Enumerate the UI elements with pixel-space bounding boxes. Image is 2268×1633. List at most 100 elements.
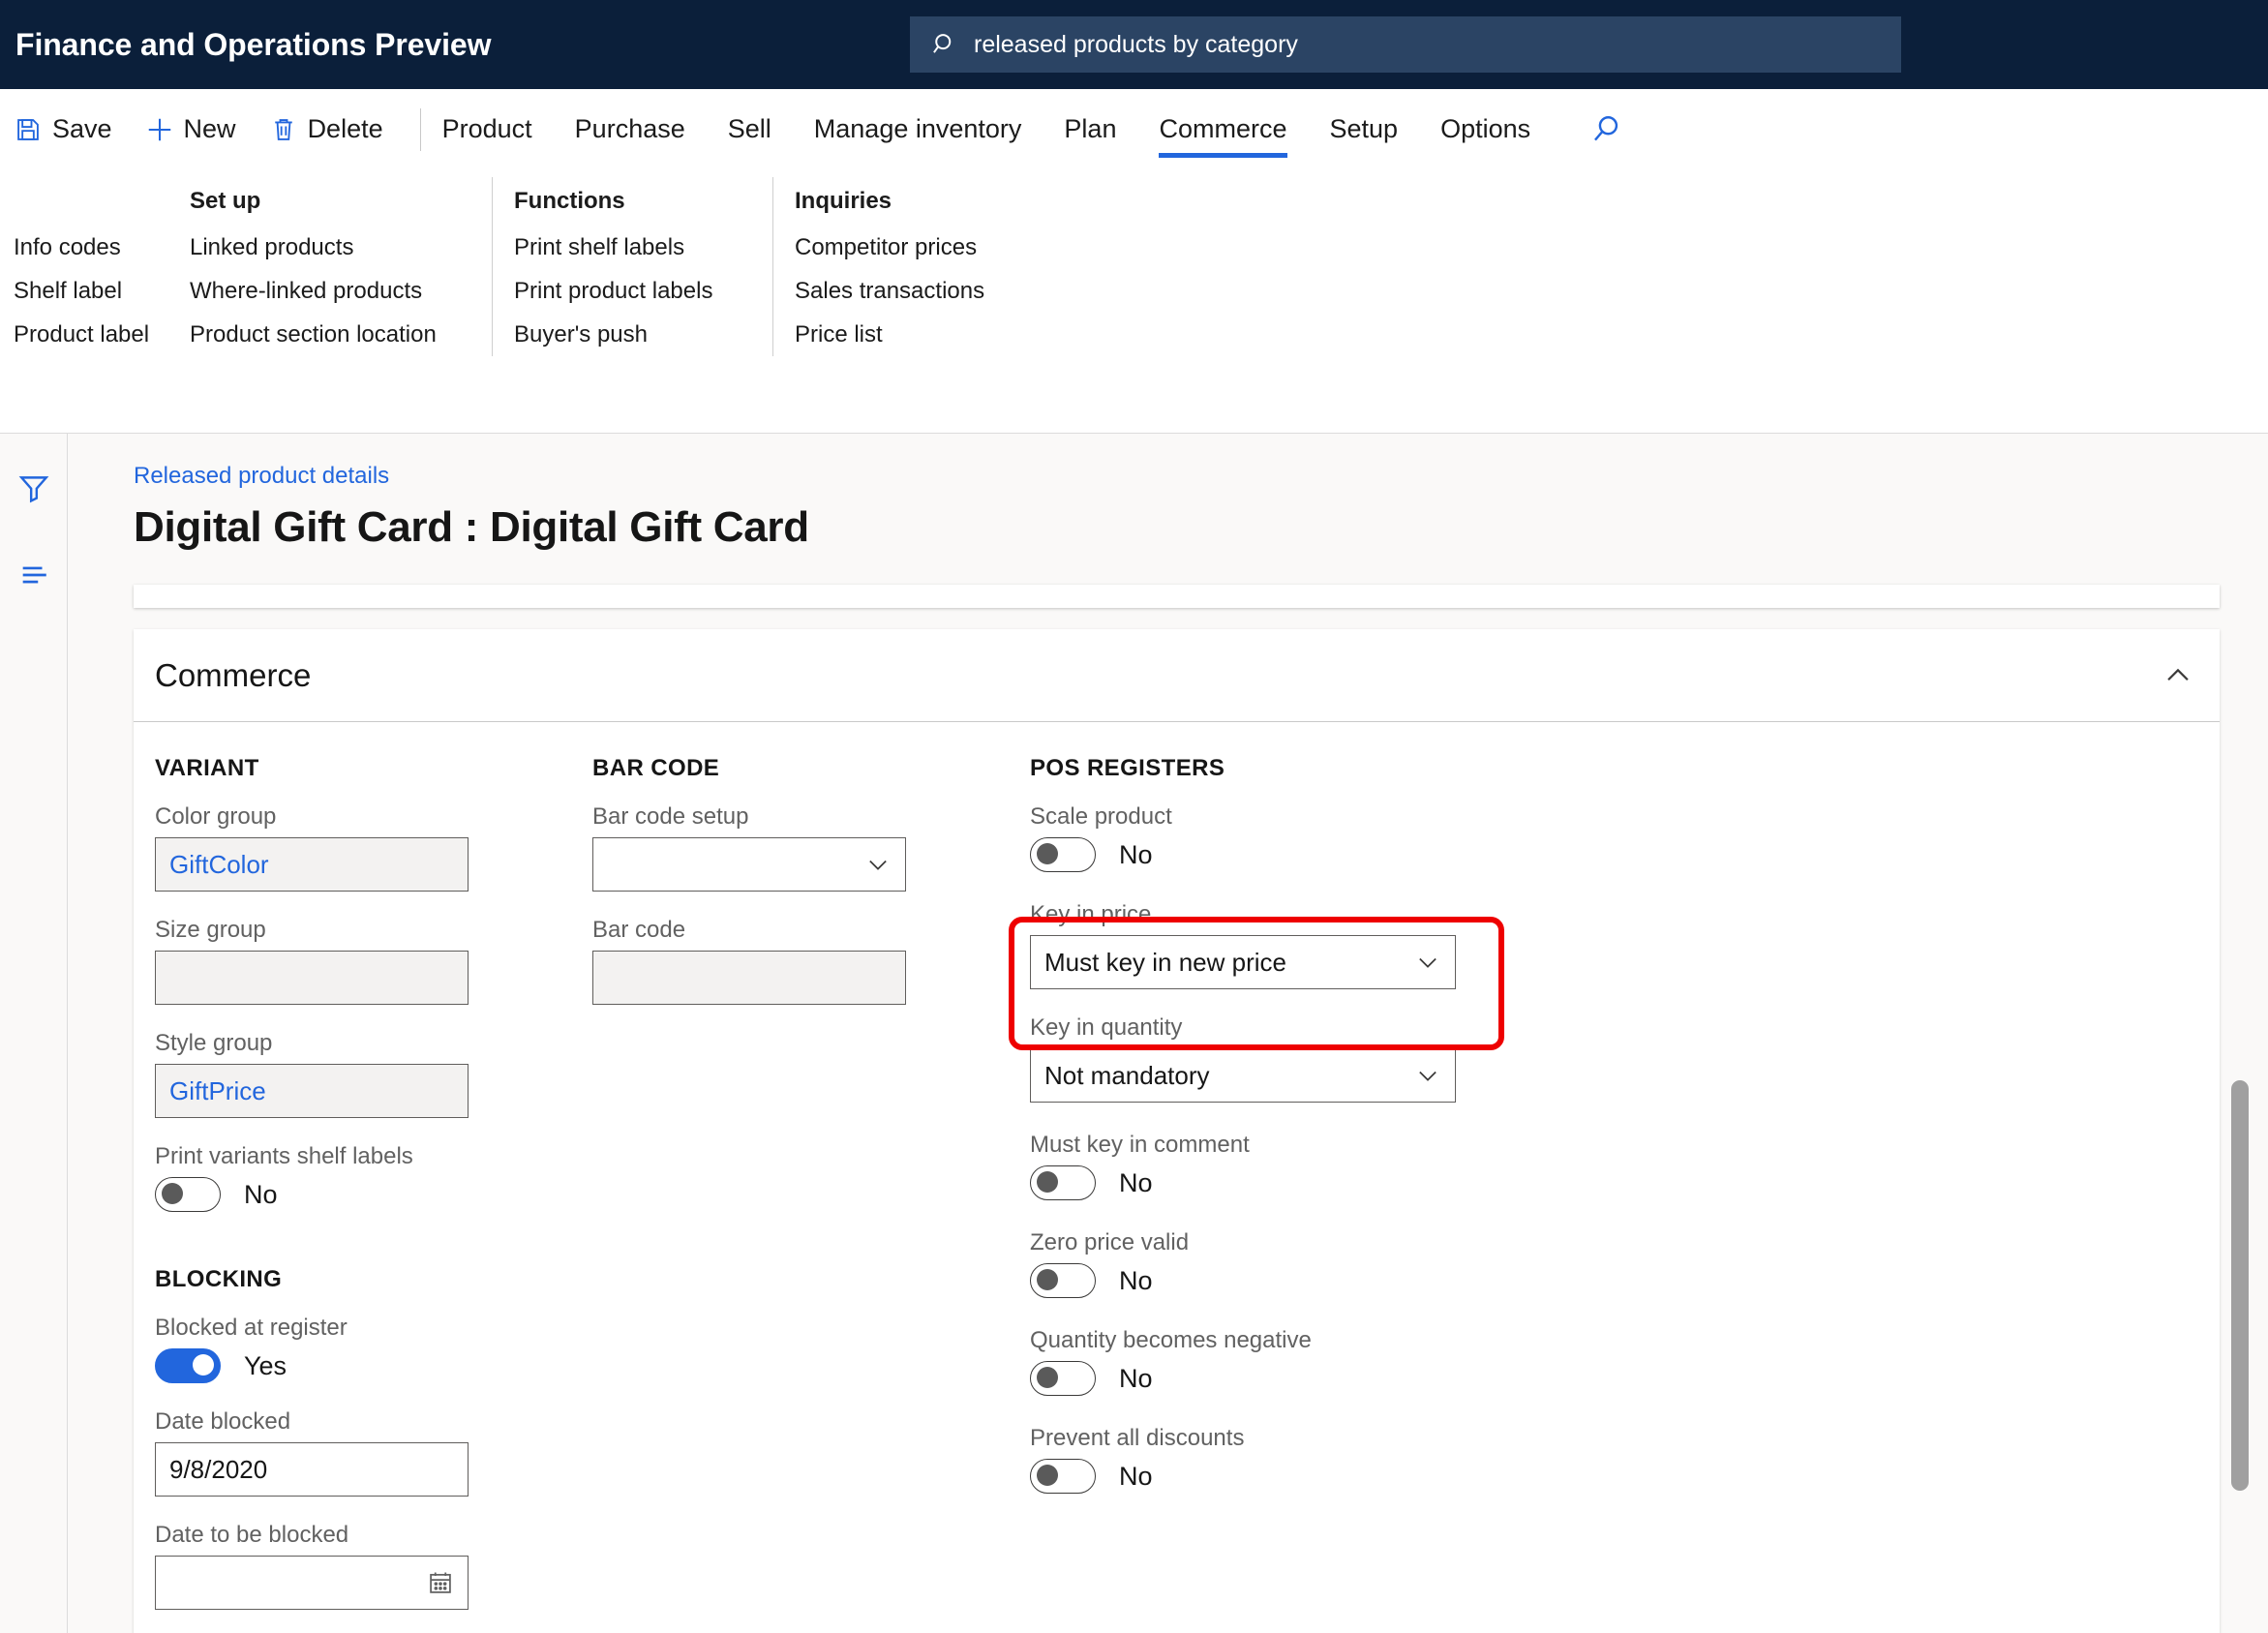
- bar-code-input[interactable]: [592, 951, 906, 1005]
- blocked-at-register-field: Blocked at register Yes: [155, 1315, 592, 1383]
- zero-price-valid-label: Zero price valid: [1030, 1229, 1190, 1255]
- print-variants-shelf-labels-field: Print variants shelf labels No: [155, 1143, 592, 1212]
- delete-button[interactable]: Delete: [269, 89, 383, 169]
- ribbon-group-heading-functions: Functions: [514, 188, 625, 214]
- ribbon-panel: Info codes Shelf label Product label Set…: [0, 169, 2268, 374]
- new-button[interactable]: New: [145, 89, 236, 169]
- commerce-panel-header[interactable]: Commerce: [134, 629, 2220, 722]
- date-blocked-field: Date blocked 9/8/2020: [155, 1408, 592, 1497]
- key-in-quantity-dropdown[interactable]: Not mandatory: [1030, 1048, 1456, 1103]
- ribbon-divider: [492, 177, 493, 356]
- print-variants-shelf-labels-value: No: [244, 1179, 278, 1209]
- chevron-down-icon: [1414, 949, 1441, 976]
- command-bar: Save New Delete Product Purchase Sell Ma…: [0, 89, 2268, 169]
- tab-sell[interactable]: Sell: [728, 89, 771, 169]
- zero-price-valid-toggle[interactable]: [1030, 1263, 1096, 1298]
- ribbon-item-linked-products[interactable]: Linked products: [190, 226, 470, 269]
- quantity-becomes-negative-value: No: [1119, 1363, 1153, 1393]
- scale-product-toggle[interactable]: [1030, 837, 1096, 872]
- chevron-up-icon[interactable]: [2162, 659, 2194, 692]
- list-lines-icon[interactable]: [15, 556, 53, 594]
- blocked-at-register-toggle[interactable]: [155, 1348, 221, 1383]
- ribbon-group-functions: Functions Print shelf labels Print produ…: [514, 177, 751, 356]
- prevent-all-discounts-label: Prevent all discounts: [1030, 1425, 1245, 1451]
- prevent-all-discounts-toggle[interactable]: [1030, 1459, 1096, 1494]
- save-label: Save: [52, 114, 112, 143]
- tab-purchase[interactable]: Purchase: [575, 89, 685, 169]
- calendar-icon[interactable]: [427, 1569, 454, 1596]
- ribbon-divider-2: [772, 177, 773, 356]
- scale-product-value: No: [1119, 839, 1153, 869]
- tab-plan[interactable]: Plan: [1064, 89, 1116, 169]
- color-group-input[interactable]: GiftColor: [155, 837, 469, 892]
- ribbon-item-sales-transactions[interactable]: Sales transactions: [795, 269, 1066, 313]
- ribbon-item-competitor-prices[interactable]: Competitor prices: [795, 226, 1066, 269]
- ribbon-item-product-label[interactable]: Product label: [14, 313, 190, 356]
- scale-product-label: Scale product: [1030, 803, 1172, 830]
- delete-label: Delete: [307, 114, 383, 143]
- ribbon-group-inquiries: Inquiries Competitor prices Sales transa…: [795, 177, 1066, 356]
- ribbon-group-heading-setup: Set up: [190, 188, 261, 214]
- size-group-input[interactable]: [155, 951, 469, 1005]
- vertical-scrollbar[interactable]: [2231, 434, 2249, 1633]
- top-app-bar: Finance and Operations Preview released …: [0, 0, 2268, 89]
- size-group-field: Size group: [155, 917, 592, 1005]
- ribbon-item-print-shelf-labels[interactable]: Print shelf labels: [514, 226, 751, 269]
- bar-code-field: Bar code: [592, 917, 1030, 1005]
- chevron-down-icon: [864, 851, 892, 878]
- ribbon-group-setup: Set up Linked products Where-linked prod…: [190, 177, 470, 356]
- search-icon: [931, 31, 958, 58]
- ribbon-item-product-section-location[interactable]: Product section location: [190, 313, 470, 356]
- tab-setup[interactable]: Setup: [1330, 89, 1399, 169]
- key-in-quantity-value: Not mandatory: [1044, 1060, 1210, 1090]
- ribbon-item-price-list[interactable]: Price list: [795, 313, 1066, 356]
- form-scroll-region: Released product details Digital Gift Ca…: [68, 434, 2268, 1633]
- key-in-price-dropdown[interactable]: Must key in new price: [1030, 935, 1456, 989]
- page-title: Digital Gift Card : Digital Gift Card: [134, 503, 809, 551]
- breadcrumb[interactable]: Released product details: [134, 463, 389, 490]
- variant-section-heading: VARIANT: [155, 755, 259, 781]
- bar-code-setup-field: Bar code setup: [592, 803, 1030, 892]
- ribbon-group-heading: [14, 177, 190, 226]
- new-label: New: [183, 114, 236, 143]
- pos-registers-section-heading: POS REGISTERS: [1030, 755, 1225, 781]
- style-group-input[interactable]: GiftPrice: [155, 1064, 469, 1118]
- key-in-price-field: Key in price Must key in new price: [1030, 901, 1708, 989]
- quantity-becomes-negative-toggle[interactable]: [1030, 1361, 1096, 1396]
- tab-commerce[interactable]: Commerce: [1159, 89, 1287, 169]
- date-blocked-label: Date blocked: [155, 1408, 291, 1435]
- ribbon-search-icon[interactable]: [1590, 113, 1623, 146]
- trash-icon: [269, 115, 298, 144]
- must-key-in-comment-toggle[interactable]: [1030, 1165, 1096, 1200]
- ribbon-item-where-linked-products[interactable]: Where-linked products: [190, 269, 470, 313]
- save-button[interactable]: Save: [14, 89, 112, 169]
- date-to-be-blocked-input[interactable]: [155, 1556, 469, 1610]
- key-in-quantity-field: Key in quantity Not mandatory: [1030, 1014, 1708, 1103]
- quantity-becomes-negative-field: Quantity becomes negative No: [1030, 1327, 1708, 1396]
- tab-options[interactable]: Options: [1440, 89, 1530, 169]
- command-bar-divider: [419, 107, 421, 151]
- print-variants-shelf-labels-toggle[interactable]: [155, 1177, 221, 1212]
- filter-icon[interactable]: [15, 469, 53, 507]
- global-search-box[interactable]: released products by category: [910, 16, 1901, 73]
- ribbon-item-shelf-label[interactable]: Shelf label: [14, 269, 190, 313]
- style-group-label: Style group: [155, 1030, 273, 1056]
- search-input[interactable]: released products by category: [974, 31, 1298, 59]
- ribbon-item-print-product-labels[interactable]: Print product labels: [514, 269, 751, 313]
- style-group-field: Style group GiftPrice: [155, 1030, 592, 1118]
- bar-code-setup-label: Bar code setup: [592, 803, 749, 830]
- commerce-panel: Commerce VARIANT Color group GiftColor S…: [134, 629, 2220, 1633]
- scrollbar-thumb[interactable]: [2231, 1080, 2249, 1491]
- key-in-price-value: Must key in new price: [1044, 947, 1286, 977]
- ribbon-item-buyers-push[interactable]: Buyer's push: [514, 313, 751, 356]
- ribbon-item-info-codes[interactable]: Info codes: [14, 226, 190, 269]
- tab-manage-inventory[interactable]: Manage inventory: [814, 89, 1022, 169]
- collapsed-section-card[interactable]: [134, 585, 2220, 608]
- left-rail: [0, 434, 68, 1633]
- variant-column: VARIANT Color group GiftColor Size group…: [155, 755, 592, 1633]
- tab-product[interactable]: Product: [442, 89, 532, 169]
- quantity-becomes-negative-label: Quantity becomes negative: [1030, 1327, 1312, 1353]
- commerce-panel-body: VARIANT Color group GiftColor Size group…: [134, 722, 2220, 1633]
- bar-code-setup-dropdown[interactable]: [592, 837, 906, 892]
- date-blocked-input[interactable]: 9/8/2020: [155, 1442, 469, 1497]
